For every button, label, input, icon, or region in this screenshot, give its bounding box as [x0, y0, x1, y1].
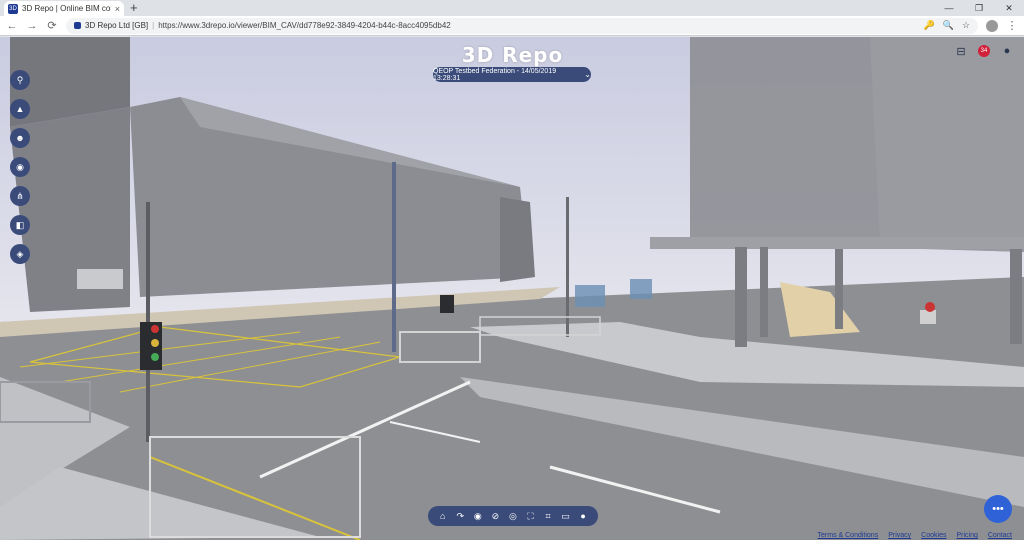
layers-icon: ◈	[16, 248, 24, 259]
maximize-icon[interactable]: ❐	[964, 0, 994, 16]
info-icon[interactable]: ●	[576, 511, 590, 521]
focus-icon[interactable]: ⛶	[524, 511, 538, 522]
window-controls: — ❐ ✕	[934, 0, 1024, 16]
lock-icon	[74, 22, 81, 29]
omnibox-actions: 🔑 🔍 ☆	[923, 20, 970, 31]
privacy-link[interactable]: Privacy	[888, 532, 911, 539]
url-text[interactable]: https://www.3drepo.io/viewer/BIM_CAV/dd7…	[158, 21, 450, 30]
views-tool-button[interactable]: ◉	[10, 157, 30, 177]
risks-tool-button[interactable]: ▲	[10, 99, 30, 119]
compare-tool-button[interactable]: ◧	[10, 215, 30, 235]
tree-icon: ⋔	[16, 190, 24, 201]
back-icon[interactable]: ←	[6, 20, 18, 32]
site-identity: 3D Repo Ltd [GB]	[85, 21, 149, 30]
reload-icon[interactable]: ⟳	[46, 19, 58, 32]
pricing-link[interactable]: Pricing	[956, 532, 977, 539]
bookmark-star-icon[interactable]: ☆	[962, 20, 970, 31]
chat-bubble-icon[interactable]: •••	[984, 495, 1012, 523]
federation-label: QEOP Testbed Federation - 14/05/2019 13:…	[433, 67, 557, 82]
3d-scene-canvas[interactable]	[0, 37, 1024, 540]
issues-tool-button[interactable]: ⚲	[10, 70, 30, 90]
footer-links: Terms & Conditions Privacy Cookies Prici…	[818, 532, 1012, 539]
layers-tool-button[interactable]: ◈	[10, 244, 30, 264]
federation-revision-selector[interactable]: QEOP Testbed Federation - 14/05/2019 13:…	[433, 67, 591, 82]
tree-tool-button[interactable]: ⋔	[10, 186, 30, 206]
browser-tab-bar: 3D 3D Repo | Online BIM collaborati × + …	[0, 0, 1024, 16]
cookies-link[interactable]: Cookies	[921, 532, 946, 539]
pin-icon: ⚲	[16, 74, 24, 85]
warning-icon: ▲	[15, 104, 25, 114]
url-separator: |	[152, 21, 155, 30]
left-tool-panel: ⚲ ▲ ☻ ◉ ⋔ ◧ ◈	[10, 70, 30, 264]
address-bar: ← → ⟳ 3D Repo Ltd [GB] | https://www.3dr…	[0, 16, 1024, 36]
contact-link[interactable]: Contact	[988, 532, 1012, 539]
terms-link[interactable]: Terms & Conditions	[818, 532, 879, 539]
isolate-icon[interactable]: ◎	[506, 511, 520, 522]
groups-icon: ☻	[15, 133, 25, 143]
forward-icon[interactable]: →	[26, 20, 38, 32]
notifications-badge[interactable]: 34	[978, 45, 990, 57]
minimize-icon[interactable]: —	[934, 0, 964, 16]
eye-icon[interactable]: ◉	[471, 511, 485, 522]
user-icon[interactable]: ●	[1000, 44, 1014, 58]
navigation-icon[interactable]: ↷	[453, 511, 467, 522]
viewer-bottom-toolbar: ⌂ ↷ ◉ ⊘ ◎ ⛶ ⌗ ▭ ●	[428, 506, 598, 526]
ruler-icon[interactable]: ▭	[559, 511, 573, 522]
3d-repo-logo[interactable]: 3D Repo	[460, 43, 565, 67]
groups-tool-button[interactable]: ☻	[10, 128, 30, 148]
top-right-actions: ⊟ 34 ●	[954, 44, 1014, 58]
zoom-icon[interactable]: 🔍	[943, 20, 954, 31]
3d-repo-favicon-icon: 3D	[8, 3, 18, 14]
browser-tab[interactable]: 3D 3D Repo | Online BIM collaborati ×	[4, 1, 124, 16]
tab-title: 3D Repo | Online BIM collaborati	[22, 4, 111, 13]
url-field[interactable]: 3D Repo Ltd [GB] | https://www.3drepo.io…	[66, 17, 978, 34]
chevron-down-icon: ⌄	[584, 70, 591, 79]
browser-menu-icon[interactable]: ⋮	[1006, 19, 1018, 32]
eye-off-icon[interactable]: ⊘	[488, 511, 502, 522]
3d-viewer[interactable]: 3D Repo QEOP Testbed Federation - 14/05/…	[0, 37, 1024, 540]
close-tab-icon[interactable]: ×	[115, 4, 120, 14]
key-icon[interactable]: 🔑	[923, 20, 934, 31]
new-tab-button[interactable]: +	[130, 0, 138, 16]
close-window-icon[interactable]: ✕	[994, 0, 1024, 16]
home-icon[interactable]: ⌂	[436, 511, 450, 521]
profile-avatar[interactable]	[986, 19, 998, 32]
camera-icon: ◉	[16, 161, 24, 172]
revisions-icon[interactable]: ⊟	[954, 44, 968, 58]
crop-icon[interactable]: ⌗	[541, 511, 555, 522]
compare-icon: ◧	[15, 219, 25, 230]
